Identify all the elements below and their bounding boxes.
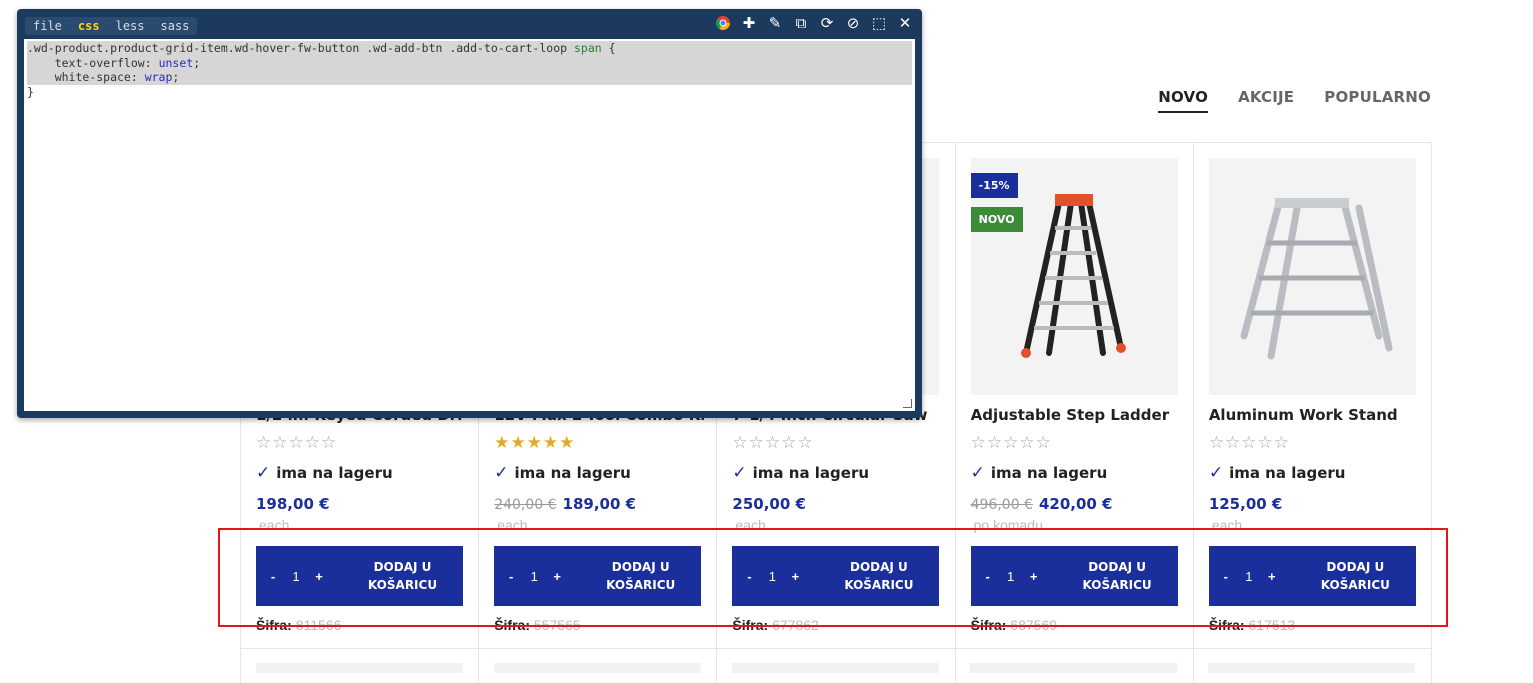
current-price: 125,00 € (1208, 495, 1283, 513)
product-price: 198,00 € (256, 495, 330, 513)
new-badge: NOVO (970, 207, 1023, 232)
sale-badge: -15% (970, 173, 1018, 198)
stock-label: ima na lageru (1229, 464, 1346, 482)
stock-label: ima na lageru (276, 464, 393, 482)
code-content: .wd-product.product-grid-item.wd-hover-f… (27, 41, 912, 99)
product-image[interactable] (1208, 158, 1416, 395)
rating-stars: ☆☆☆☆☆ (970, 433, 1052, 452)
current-price: 189,00 € (562, 495, 637, 513)
pin-icon[interactable]: ✎ (766, 14, 784, 32)
stock-status: ✓ ima na lageru (494, 463, 631, 483)
product-tabs: NOVO AKCIJE POPULARNO (1158, 88, 1431, 113)
editor-tab-css[interactable]: css (70, 19, 108, 33)
check-icon: ✓ (1208, 463, 1224, 483)
next-row-image (494, 663, 701, 673)
code-line: white-space: wrap; (27, 70, 912, 85)
stock-label: ima na lageru (752, 464, 870, 482)
highlight-box (218, 528, 1448, 627)
code-line: text-overflow: unset; (27, 55, 912, 70)
stock-label: ima na lageru (990, 464, 1108, 482)
editor-toolbar: ✚ ✎ ⧉ ⟳ ⊘ ⬚ ✕ (714, 14, 914, 32)
product-price: 240,00 € 189,00 € (494, 495, 636, 513)
plus-icon[interactable]: ✚ (740, 14, 758, 32)
rating-stars: ☆☆☆☆☆ (256, 433, 338, 452)
tab-akcije[interactable]: AKCIJE (1238, 88, 1294, 113)
popout-icon[interactable]: ⧉ (792, 14, 810, 32)
next-row-image (256, 663, 463, 673)
product-price: 250,00 € (732, 495, 806, 513)
code-editor[interactable]: .wd-product.product-grid-item.wd-hover-f… (24, 39, 915, 411)
check-icon: ✓ (494, 463, 509, 483)
current-price: 198,00 € (256, 495, 330, 513)
tab-popularno[interactable]: POPULARNO (1324, 88, 1431, 113)
stock-status: ✓ ima na lageru (732, 463, 869, 483)
chrome-icon[interactable] (714, 14, 732, 32)
product-title[interactable]: Aluminum Work Stand (1209, 406, 1419, 424)
next-row-image (1208, 663, 1415, 673)
editor-tabs: file css less sass (25, 17, 198, 35)
disable-icon[interactable]: ⊘ (844, 14, 862, 32)
product-title[interactable]: Adjustable Step Ladder (971, 406, 1181, 424)
product-price: 125,00 € (1209, 495, 1283, 513)
css-editor-panel: file css less sass ✚ ✎ ⧉ ⟳ ⊘ ⬚ ✕ .wd-pro… (17, 9, 922, 418)
refresh-icon[interactable]: ⟳ (818, 14, 836, 32)
next-row-image (970, 663, 1177, 673)
code-line: .wd-product.product-grid-item.wd-hover-f… (27, 41, 912, 56)
stock-status: ✓ ima na lageru (971, 463, 1108, 483)
editor-tab-sass[interactable]: sass (153, 19, 198, 33)
check-icon: ✓ (970, 463, 985, 483)
stock-status: ✓ ima na lageru (256, 463, 393, 483)
code-line: } (27, 84, 34, 99)
editor-tab-less[interactable]: less (108, 19, 153, 33)
old-price: 240,00 € (494, 497, 557, 513)
tab-novo[interactable]: NOVO (1158, 88, 1209, 113)
rating-stars: ☆☆☆☆☆ (732, 433, 814, 452)
resize-handle[interactable] (903, 399, 912, 408)
close-icon[interactable]: ✕ (896, 14, 914, 32)
check-icon: ✓ (732, 463, 747, 483)
editor-tab-file[interactable]: file (25, 19, 70, 33)
select-icon[interactable]: ⬚ (870, 14, 888, 32)
stock-status: ✓ ima na lageru (1209, 463, 1346, 483)
next-row-image (732, 663, 939, 673)
stock-label: ima na lageru (514, 464, 631, 482)
old-price: 496,00 € (970, 497, 1033, 513)
current-price: 420,00 € (1038, 495, 1113, 513)
rating-stars: ★★★★★ (494, 433, 576, 452)
current-price: 250,00 € (732, 495, 806, 513)
row-divider (240, 648, 1431, 649)
work-stand-image (1240, 198, 1393, 360)
rating-stars: ☆☆☆☆☆ (1208, 433, 1291, 452)
product-price: 496,00 € 420,00 € (971, 495, 1113, 513)
check-icon: ✓ (256, 463, 271, 483)
